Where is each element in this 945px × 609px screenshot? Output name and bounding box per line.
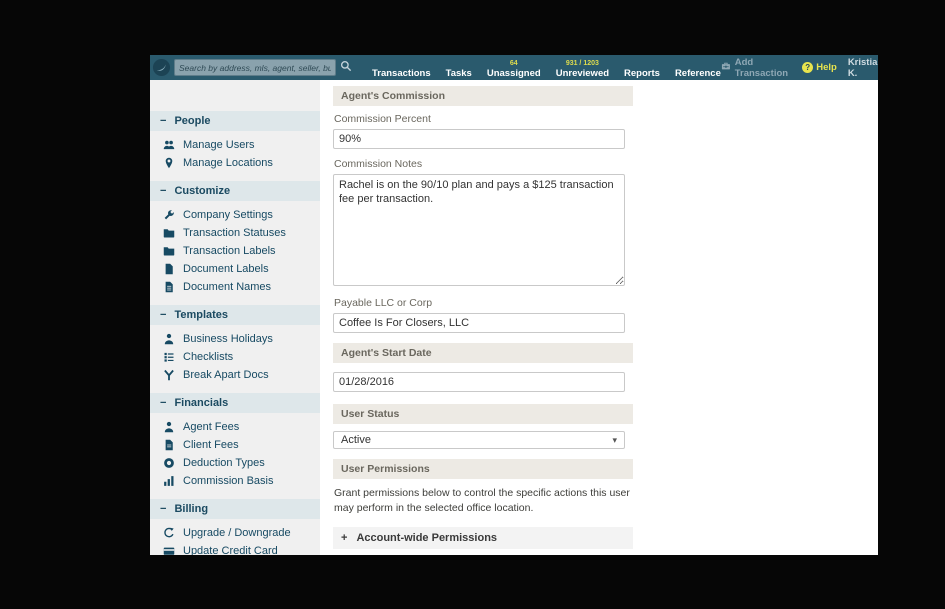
- user-menu[interactable]: Kristian K.: [848, 57, 878, 79]
- sidebar-item-client-fees[interactable]: Client Fees: [150, 436, 320, 454]
- sidebar-item-document-labels[interactable]: Document Labels: [150, 260, 320, 278]
- help-icon: ?: [802, 62, 814, 73]
- split-icon: [163, 369, 175, 381]
- section-header-agents-commission: Agent's Commission: [333, 86, 633, 106]
- sidebar-item-commission-basis[interactable]: Commission Basis: [150, 472, 320, 490]
- topbar-right: Add Transaction ? Help Kristian K.: [721, 57, 878, 79]
- help-button[interactable]: ? Help: [802, 62, 837, 73]
- sidebar-item-company-settings[interactable]: Company Settings: [150, 206, 320, 224]
- client-doc-icon: [163, 439, 175, 451]
- commission-notes-label: Commission Notes: [334, 158, 423, 170]
- start-date-input[interactable]: [333, 372, 625, 392]
- sidebar-item-document-names[interactable]: Document Names: [150, 278, 320, 296]
- sidebar-section-billing[interactable]: − Billing: [150, 499, 320, 519]
- nav-badge: 931 / 1203: [565, 60, 599, 67]
- permissions-help-text: Grant permissions below to control the s…: [334, 487, 630, 514]
- collapse-icon: −: [160, 503, 167, 515]
- sidebar-item-manage-locations[interactable]: Manage Locations: [150, 154, 320, 172]
- user-status-value: Active: [341, 434, 371, 446]
- collapse-icon: −: [160, 115, 167, 127]
- agent-icon: [163, 421, 175, 433]
- permission-group-account-wide-permissions[interactable]: + Account-wide Permissions: [333, 527, 633, 550]
- collapse-icon: −: [160, 309, 167, 321]
- sidebar-section-financials[interactable]: − Financials: [150, 393, 320, 413]
- chart-icon: [163, 475, 175, 487]
- nav-item-unassigned[interactable]: 64 Unassigned: [487, 55, 541, 80]
- section-header-user-permissions: User Permissions: [333, 459, 633, 479]
- sidebar-section-people[interactable]: − People: [150, 111, 320, 131]
- sidebar-item-agent-fees[interactable]: Agent Fees: [150, 418, 320, 436]
- settings-content: Agent's Commission Commission Percent Co…: [320, 80, 878, 555]
- top-navigation-bar: Transactions Tasks 64Unassigned 931 / 1203U…: [150, 55, 878, 91]
- document-icon: [163, 263, 175, 275]
- help-label: Help: [816, 62, 837, 73]
- sidebar-item-business-holidays[interactable]: Business Holidays: [150, 330, 320, 348]
- person-icon: [163, 333, 175, 345]
- collapse-icon: −: [160, 185, 167, 197]
- app-logo-icon[interactable]: [152, 58, 171, 77]
- nav-item-tasks[interactable]: Tasks: [446, 55, 472, 80]
- section-header-user-status: User Status: [333, 404, 633, 424]
- sidebar-section-templates[interactable]: − Templates: [150, 305, 320, 325]
- sidebar-item-transaction-statuses[interactable]: Transaction Statuses: [150, 224, 320, 242]
- expand-collapse-icon: +: [341, 532, 348, 545]
- search-icon[interactable]: [338, 60, 354, 76]
- app-body: − People Manage Users Manage Locations − Cust…: [150, 80, 878, 555]
- nav-item-transactions[interactable]: Transactions: [372, 55, 431, 80]
- sidebar-section-customize[interactable]: − Customize: [150, 181, 320, 201]
- add-transaction-button[interactable]: Add Transaction: [721, 57, 791, 79]
- primary-nav: Transactions Tasks 64 Unassigned 931 / 1203 U…: [372, 55, 721, 80]
- sidebar-item-update-credit-card[interactable]: Update Credit Card: [150, 542, 320, 555]
- credit-card-icon: [163, 545, 175, 555]
- search-area: [174, 59, 354, 76]
- payable-llc-input[interactable]: [333, 313, 625, 333]
- sidebar-item-upgrade-downgrade[interactable]: Upgrade / Downgrade: [150, 524, 320, 542]
- wrench-icon: [163, 209, 175, 221]
- collapse-icon: −: [160, 397, 167, 409]
- payable-llc-label: Payable LLC or Corp: [334, 297, 433, 309]
- commission-notes-textarea[interactable]: Rachel is on the 90/10 plan and pays a $…: [333, 174, 625, 286]
- briefcase-icon: [721, 61, 731, 74]
- add-transaction-label: Add Transaction: [734, 56, 789, 79]
- nav-item-unreviewed[interactable]: 931 / 1203 Unreviewed: [556, 55, 609, 80]
- sidebar-item-manage-users[interactable]: Manage Users: [150, 136, 320, 154]
- nav-badge: 64: [509, 60, 518, 67]
- commission-percent-label: Commission Percent: [334, 113, 431, 125]
- search-input[interactable]: [174, 59, 336, 76]
- folder-icon: [163, 245, 175, 257]
- location-pin-icon: [163, 157, 175, 169]
- sidebar-item-transaction-labels[interactable]: Transaction Labels: [150, 242, 320, 260]
- users-icon: [163, 139, 175, 151]
- nav-item-reference[interactable]: Reference: [675, 55, 721, 80]
- refresh-icon: [163, 527, 175, 539]
- user-status-select[interactable]: Active ▾: [333, 431, 625, 449]
- settings-sidebar: − People Manage Users Manage Locations − Cust…: [150, 80, 320, 555]
- coin-icon: [163, 457, 175, 469]
- nav-item-reports[interactable]: Reports: [624, 55, 660, 80]
- screenshot-stage: TransactionsTasks64Unassigned931 / 1203U…: [0, 0, 945, 609]
- permission-groups: +Account-wide Permissions−Austin, TX: [333, 527, 878, 555]
- commission-percent-input[interactable]: [333, 129, 625, 149]
- chevron-down-icon: ▾: [612, 434, 617, 445]
- sidebar-item-break-apart-docs[interactable]: Break Apart Docs: [150, 366, 320, 384]
- sidebar-item-checklists[interactable]: Checklists: [150, 348, 320, 366]
- section-header-start-date: Agent's Start Date: [333, 343, 633, 363]
- document-lines-icon: [163, 281, 175, 293]
- folder-icon: [163, 227, 175, 239]
- app-window: TransactionsTasks64Unassigned931 / 1203U…: [150, 55, 878, 555]
- checklist-icon: [163, 351, 175, 363]
- sidebar-item-deduction-types[interactable]: Deduction Types: [150, 454, 320, 472]
